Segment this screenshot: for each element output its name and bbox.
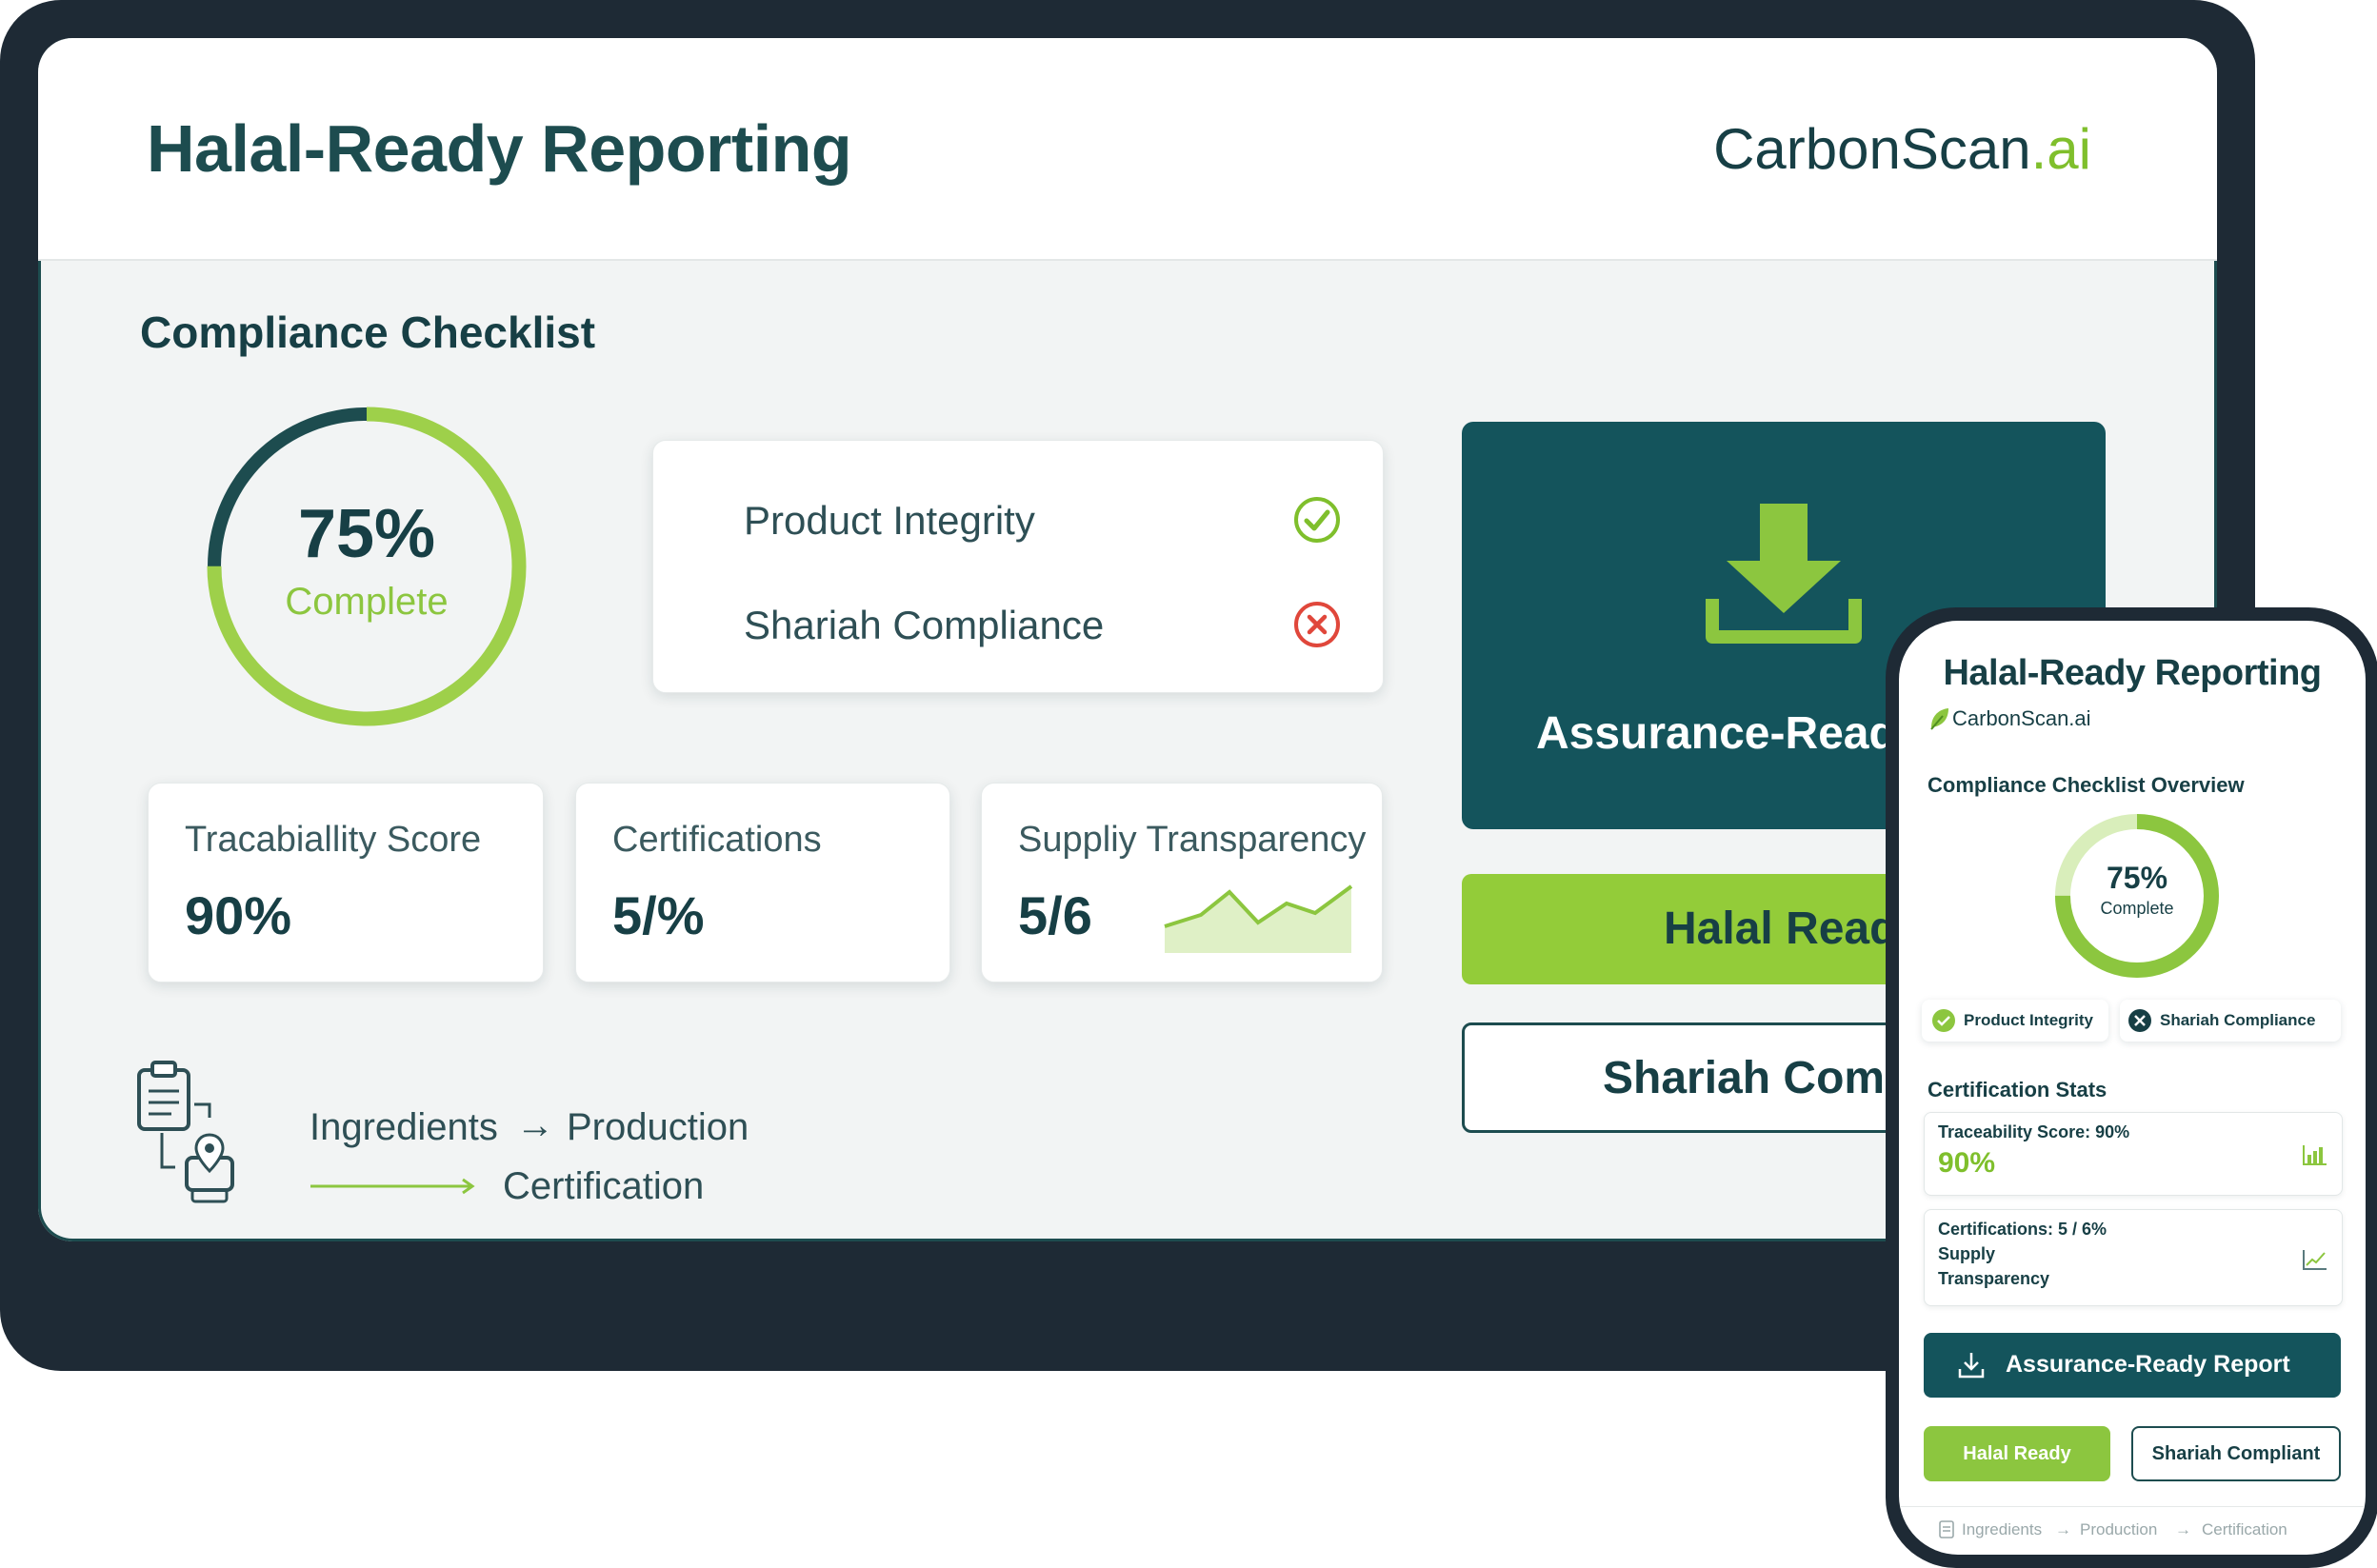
check-circle-icon bbox=[1932, 1009, 1955, 1032]
stat-value: 90% bbox=[185, 885, 292, 945]
bar-chart-icon bbox=[2303, 1145, 2327, 1165]
stat-label: Suppliy Transparency bbox=[1018, 820, 1367, 860]
arrow-icon: → bbox=[2055, 1520, 2071, 1538]
mobile-assurance-ready-button[interactable]: Assurance-Ready Report bbox=[1924, 1333, 2341, 1398]
stat-label: Certifications bbox=[612, 820, 822, 860]
stat-card-traceability[interactable]: Tracabiallity Score 90% bbox=[148, 783, 544, 982]
mobile-stat-certifications[interactable]: Certifications: 5 / 6% Supply Transparen… bbox=[1924, 1209, 2343, 1306]
leaf-icon bbox=[1930, 708, 1948, 730]
mobile-stat-traceability[interactable]: Traceability Score: 90% 90% bbox=[1924, 1112, 2343, 1196]
progress-value: 75% bbox=[297, 496, 436, 572]
download-icon bbox=[1958, 1353, 1985, 1379]
progress-ring: 75% Complete bbox=[200, 400, 533, 733]
trend-sparkline-icon bbox=[1164, 884, 1353, 953]
mobile-progress-ring-graphic bbox=[2055, 814, 2219, 978]
mobile-progress-ring: 75% Complete bbox=[2052, 811, 2222, 981]
line-chart-icon bbox=[2303, 1250, 2327, 1270]
mobile-flow-ingredients: Ingredients bbox=[1962, 1520, 2043, 1538]
factory-pin-icon bbox=[185, 1133, 234, 1203]
progress-label: Complete bbox=[285, 581, 449, 623]
mobile-checklist-title: Compliance Checklist Overview bbox=[1928, 773, 2245, 797]
mobile-shariah-label: Shariah Compliant bbox=[2151, 1443, 2321, 1464]
x-circle-icon bbox=[1294, 602, 1340, 647]
stat-label: Traceability Score: 90% bbox=[1938, 1122, 2130, 1141]
stat-value: 90% bbox=[1938, 1147, 1996, 1179]
page-header: Halal-Ready Reporting CarbonScan.ai bbox=[38, 38, 2217, 261]
mobile-supply-flow: Ingredients → Production → Certification bbox=[1899, 1506, 2366, 1545]
supply-flow: Ingredients → Production Certification bbox=[133, 1057, 857, 1228]
arrow-icon bbox=[310, 1178, 475, 1195]
arrow-icon: → bbox=[2175, 1520, 2191, 1538]
mobile-progress-value: 75% bbox=[2106, 861, 2168, 895]
compliance-checklist-title: Compliance Checklist bbox=[140, 308, 596, 357]
mobile-progress-label: Complete bbox=[2100, 899, 2174, 918]
chip-label: Shariah Compliance bbox=[2160, 1011, 2316, 1029]
mobile-brand[interactable]: CarbonScan.ai bbox=[1952, 706, 2091, 731]
checklist-card: Product Integrity Shariah Compliance bbox=[652, 440, 1384, 693]
stat-card-certifications[interactable]: Certifications 5/% bbox=[575, 783, 950, 982]
download-icon bbox=[1706, 504, 1862, 644]
mobile-chip-product-integrity[interactable]: Product Integrity bbox=[1922, 1000, 2108, 1042]
brand-logo[interactable]: CarbonScan.ai bbox=[1713, 116, 2091, 182]
mobile-page-title: Halal-Ready Reporting bbox=[1943, 653, 2322, 693]
flow-step-ingredients: Ingredients bbox=[310, 1106, 498, 1148]
mobile-chip-shariah-compliance[interactable]: Shariah Compliance bbox=[2120, 1000, 2341, 1042]
stat-value: 5/% bbox=[612, 885, 705, 945]
mobile-assurance-label: Assurance-Ready Report bbox=[2006, 1351, 2290, 1378]
halal-ready-label: Halal Ready bbox=[1664, 903, 1924, 954]
mobile-halal-ready-button[interactable]: Halal Ready bbox=[1924, 1426, 2110, 1481]
mobile-phone: Halal-Ready Reporting CarbonScan.ai Comp… bbox=[1886, 607, 2377, 1568]
mobile-shariah-compliant-button[interactable]: Shariah Compliant bbox=[2131, 1426, 2341, 1481]
arrow-icon: → bbox=[516, 1104, 554, 1146]
flow-step-certification: Certification bbox=[503, 1165, 705, 1207]
chip-label: Product Integrity bbox=[1964, 1011, 2094, 1029]
stat-label: Transparency bbox=[1938, 1269, 2050, 1288]
stat-label: Certifications: 5 / 6% bbox=[1938, 1220, 2107, 1239]
certification-stats-title: Certification Stats bbox=[1928, 1078, 2107, 1102]
stat-value: 5/6 bbox=[1018, 885, 1092, 945]
page-title: Halal-Ready Reporting bbox=[147, 111, 852, 186]
stat-label: Tracabiallity Score bbox=[185, 820, 482, 860]
mobile-halal-label: Halal Ready bbox=[1963, 1443, 2071, 1464]
clipboard-icon bbox=[1939, 1520, 1954, 1538]
stat-card-supply-transparency[interactable]: Suppliy Transparency 5/6 bbox=[981, 783, 1383, 982]
mobile-flow-production: Production bbox=[2080, 1520, 2158, 1538]
x-circle-icon bbox=[2128, 1009, 2151, 1032]
brand-suffix: .ai bbox=[2030, 117, 2091, 181]
mobile-screen: Halal-Ready Reporting CarbonScan.ai Comp… bbox=[1899, 621, 2366, 1555]
flow-step-production: Production bbox=[567, 1106, 749, 1148]
mobile-flow-certification: Certification bbox=[2202, 1520, 2287, 1538]
stat-label: Supply bbox=[1938, 1244, 1996, 1263]
checklist-item-product-integrity[interactable]: Product Integrity bbox=[744, 498, 1035, 544]
check-circle-icon bbox=[1294, 497, 1340, 543]
brand-name: CarbonScan bbox=[1713, 117, 2031, 181]
assurance-ready-label: Assurance-Ready bbox=[1536, 708, 1923, 759]
shariah-compliant-label: Shariah Compl bbox=[1603, 1053, 1926, 1103]
checklist-item-shariah-compliance[interactable]: Shariah Compliance bbox=[744, 603, 1104, 648]
